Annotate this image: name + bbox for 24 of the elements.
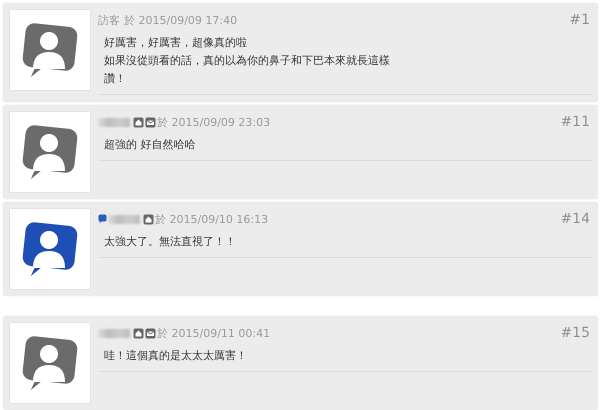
comment-number: #15: [560, 325, 590, 341]
comment-text: 讚！: [104, 71, 127, 87]
blurred-name: [108, 214, 140, 224]
blurred-name: [98, 118, 130, 126]
home-icon[interactable]: [133, 116, 144, 128]
post-time: 於 2015/09/09 17:40: [124, 12, 238, 28]
home-icon[interactable]: [133, 328, 144, 338]
post-time: 於 2015/09/11 00:41: [157, 326, 270, 340]
comment-number: #11: [560, 114, 590, 130]
comment-text: 好厲害，好厲害，超像真的啦: [104, 35, 248, 51]
author-name[interactable]: 訪客: [98, 12, 120, 28]
comment-text: 如果沒從頭看的話，真的以為你的鼻子和下巴本來就長這樣: [104, 53, 391, 69]
mail-icon[interactable]: [145, 116, 156, 128]
speech-bubble-icon: [98, 214, 107, 224]
home-icon[interactable]: [143, 214, 154, 224]
comment-number: #14: [560, 211, 590, 227]
mail-icon[interactable]: [145, 328, 156, 338]
comment-text: 超強的 好自然哈哈: [104, 137, 196, 153]
comment-text: 太強大了。無法直視了！！: [104, 234, 237, 250]
comment-number: #1: [569, 12, 590, 28]
post-time: 於 2015/09/10 16:13: [155, 212, 268, 226]
post-time: 於 2015/09/09 23:03: [157, 114, 270, 130]
comment-text: 哇！這個真的是太太太厲害！: [104, 348, 248, 364]
blurred-name: [98, 328, 130, 338]
